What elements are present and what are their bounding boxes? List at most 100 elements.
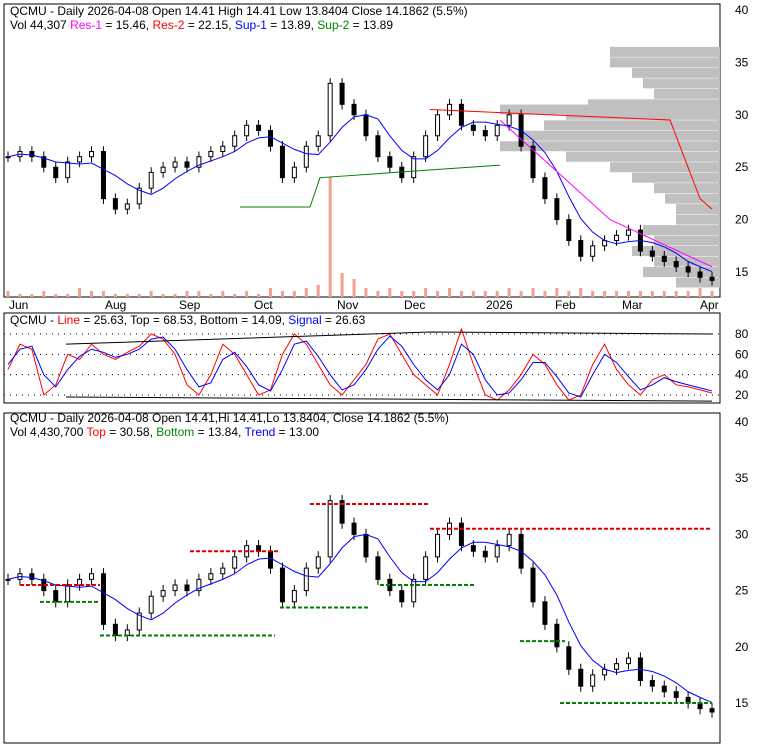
candle-body: [435, 533, 441, 558]
candle-body: [172, 584, 178, 592]
volume-profile-bar: [632, 246, 720, 257]
panel3-ytick: 25: [735, 584, 749, 598]
volume-bar: [388, 288, 392, 297]
volume-profile-bar: [654, 183, 720, 194]
panel1-ytick: 30: [735, 108, 749, 122]
panel1-ytick: 40: [735, 3, 749, 17]
candle-body: [470, 545, 476, 552]
candle-body: [351, 103, 357, 116]
volume-bar: [101, 291, 105, 297]
candle-body: [578, 240, 584, 257]
candle-body: [232, 556, 238, 569]
volume-bar: [316, 285, 320, 297]
candle-body: [291, 166, 297, 179]
volume-bar: [364, 288, 368, 297]
volume-bar: [269, 288, 273, 297]
x-tick-label: Feb: [555, 298, 576, 312]
candle-body: [268, 130, 274, 147]
candle-body: [256, 124, 262, 132]
candle-body: [625, 229, 631, 236]
sup2-line: [240, 164, 501, 208]
volume-bar: [173, 294, 177, 297]
volume-bar: [412, 291, 416, 297]
candle-body: [709, 276, 715, 281]
volume-bar: [137, 294, 141, 297]
chart-image: 15 20 25 30 35 40 Jun Aug Sep Oct Nov Dec 2026 Feb Mar…: [0, 0, 780, 745]
volume-profile-bar: [544, 120, 720, 131]
candle-body: [590, 245, 596, 257]
panel3-ytick: 15: [735, 696, 749, 710]
volume-bar: [638, 291, 642, 297]
candle-body: [363, 533, 369, 558]
volume-bar: [30, 294, 34, 297]
candle-body: [494, 545, 500, 558]
volume-bar: [698, 288, 702, 297]
bottom-value: = 13.84,: [194, 425, 245, 439]
x-tick-label: Nov: [337, 298, 358, 312]
candle-body: [482, 130, 488, 137]
candle-body: [232, 135, 238, 147]
volume-bar: [471, 291, 475, 297]
volume-bar: [436, 291, 440, 297]
panel3-header: QCMU - Daily 2026-04-08 Open 14.41,Hi 14…: [10, 411, 449, 439]
volume-bar: [424, 288, 428, 297]
volume-bar: [54, 294, 58, 297]
volume-bar: [710, 291, 714, 297]
res1-label: Res-1: [70, 18, 103, 32]
volume-bar: [78, 288, 82, 297]
candle-body: [709, 708, 715, 713]
x-tick-label: Oct: [254, 298, 273, 312]
candle-body: [482, 550, 488, 558]
candle-body: [458, 103, 464, 126]
volume-bar: [686, 291, 690, 297]
candle-body: [649, 680, 655, 687]
volume-bar: [567, 291, 571, 297]
volume-bar: [185, 291, 189, 297]
candle-body: [315, 135, 321, 147]
volume-bar: [161, 294, 165, 297]
candle-body: [220, 145, 226, 152]
volume-bar: [233, 294, 237, 297]
candle-body: [124, 203, 130, 210]
volume-bar: [90, 291, 94, 297]
volume-bar: [304, 288, 308, 297]
candle-body: [578, 668, 584, 687]
volume-bar: [459, 291, 463, 297]
volume-profile-bar: [610, 57, 720, 68]
panel3-ytick: 35: [735, 471, 749, 485]
volume-bar: [674, 291, 678, 297]
candle-body: [148, 171, 154, 189]
volume-bar: [149, 291, 153, 297]
volume-bar: [125, 294, 129, 297]
volume-bar: [18, 294, 22, 297]
panel2-ytick: 60: [735, 347, 749, 361]
panel2-ytick: 20: [735, 388, 749, 402]
candle-body: [554, 198, 560, 221]
candle-body: [100, 573, 106, 625]
candle-body: [339, 82, 345, 105]
candle-body: [208, 573, 214, 580]
candle-body: [184, 584, 190, 592]
candle-body: [661, 255, 667, 263]
panel1-ytick: 35: [735, 55, 749, 69]
x-tick-label: Jun: [9, 298, 28, 312]
x-tick-label: Aug: [105, 298, 126, 312]
volume-bar: [340, 273, 344, 297]
panel1-ytick: 15: [735, 265, 749, 279]
candle-body: [279, 567, 285, 603]
volume-profile-bar: [643, 267, 720, 277]
volume-profile-bar: [610, 162, 720, 173]
candle-body: [685, 266, 691, 273]
candle-body: [554, 623, 560, 648]
candle-body: [160, 590, 166, 597]
volume-profile-bar: [643, 78, 720, 89]
oscillator-line: [7, 327, 713, 401]
panel2-prefix: QCMU -: [10, 313, 58, 327]
res1-value: = 15.46,: [102, 18, 150, 32]
candle-body: [590, 674, 596, 687]
candle-body: [530, 567, 536, 603]
candle-body: [89, 573, 95, 580]
volume-profile-bar: [632, 67, 720, 78]
candle-body: [77, 156, 83, 163]
candle-body: [673, 691, 679, 698]
